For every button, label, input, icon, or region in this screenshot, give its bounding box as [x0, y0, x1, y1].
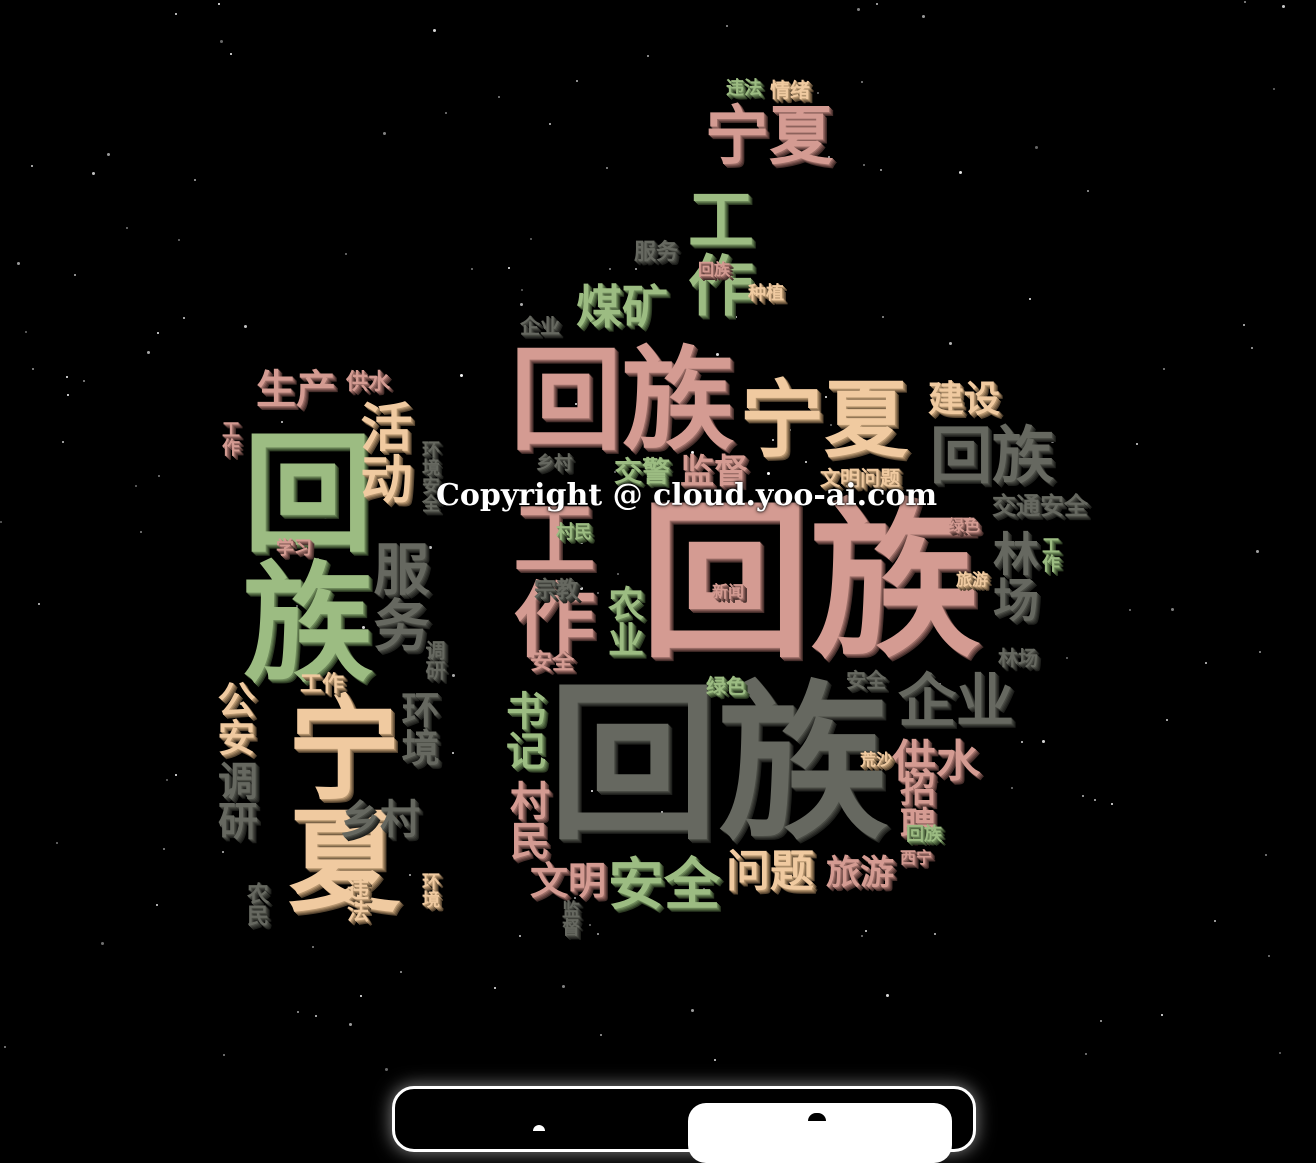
cloud-word: 安全 [608, 853, 720, 918]
cloud-word: 工作 [219, 420, 240, 456]
cloud-word: 服务 [364, 540, 429, 652]
cloud-word: 活动 [351, 400, 411, 504]
cloud-word: 工作 [499, 495, 594, 659]
cloud-word: 回族 [906, 824, 942, 845]
cloud-word: 回族 [510, 336, 734, 466]
cloud-word: 交通安全 [992, 492, 1088, 520]
cloud-word: 问题 [726, 846, 814, 897]
cloud-word: 安全 [530, 650, 575, 675]
cloud-word: 回族 [548, 666, 889, 864]
cloud-word: 工作 [300, 672, 345, 697]
toolbar-button[interactable] [688, 1103, 952, 1163]
cloud-word: 西宁 [900, 848, 933, 867]
cloud-word: 调研 [211, 760, 257, 840]
cloud-word: 建设 [928, 379, 1001, 420]
cloud-word: 工作 [1039, 536, 1060, 572]
cloud-word: 回族 [640, 484, 981, 682]
word-cloud: 回族 回族 回族 回族 回族 宁夏 宁夏 宁夏 工作 工作 活动 服务 煤矿 监… [0, 0, 1316, 1130]
cloud-word: 书记 [499, 690, 545, 770]
cloud-word: 回族 [930, 419, 1055, 492]
cloud-word: 乡村 [340, 797, 420, 843]
cloud-word: 旅游 [826, 853, 894, 893]
cloud-word: 宗教 [534, 578, 579, 603]
cloud-word: 种植 [748, 283, 784, 304]
copyright-watermark: Copyright @ cloud.yoo-ai.com [436, 478, 938, 513]
cloud-word: 村民 [556, 522, 592, 543]
cloud-word: 新闻 [712, 582, 745, 601]
cloud-word: 村民 [503, 780, 549, 860]
cloud-word: 林场 [998, 646, 1038, 670]
cloud-word: 违法 [343, 878, 368, 922]
toolbar-icon [533, 1125, 545, 1131]
cloud-word: 调研 [422, 640, 446, 680]
cloud-word: 学习 [276, 538, 312, 559]
cloud-word: 企业 [520, 314, 560, 338]
cloud-word: 安全 [846, 668, 886, 692]
cloud-word: 绿色 [948, 516, 981, 535]
cloud-word: 生产 [256, 367, 336, 413]
cloud-word: 农民 [243, 882, 268, 926]
toolbar-button-icon [808, 1113, 826, 1121]
cloud-word: 服务 [634, 240, 679, 265]
cloud-word: 宁夏 [705, 100, 833, 174]
cloud-word: 工作 [677, 185, 754, 317]
cloud-word: 农业 [602, 585, 643, 657]
cloud-word: 环境 [395, 690, 439, 766]
cloud-word: 环境 [419, 872, 440, 908]
bottom-toolbar [392, 1086, 976, 1163]
cloud-word: 乡村 [536, 453, 572, 474]
cloud-word: 供水 [346, 370, 391, 395]
cloud-word: 情绪 [770, 78, 810, 102]
cloud-word: 回族 [698, 260, 731, 279]
cloud-word: 企业 [898, 667, 1015, 735]
cloud-word: 荒沙 [860, 750, 893, 769]
cloud-word: 公安 [211, 680, 255, 756]
cloud-word: 违法 [726, 78, 762, 99]
cloud-word: 监督 [559, 900, 580, 936]
cloud-word: 文明 [530, 859, 607, 903]
cloud-word: 旅游 [956, 570, 989, 589]
cloud-word: 煤矿 [576, 280, 668, 334]
cloud-word: 林场 [986, 530, 1040, 622]
cloud-word: 宁夏 [740, 371, 909, 469]
cloud-word: 绿色 [706, 674, 746, 698]
